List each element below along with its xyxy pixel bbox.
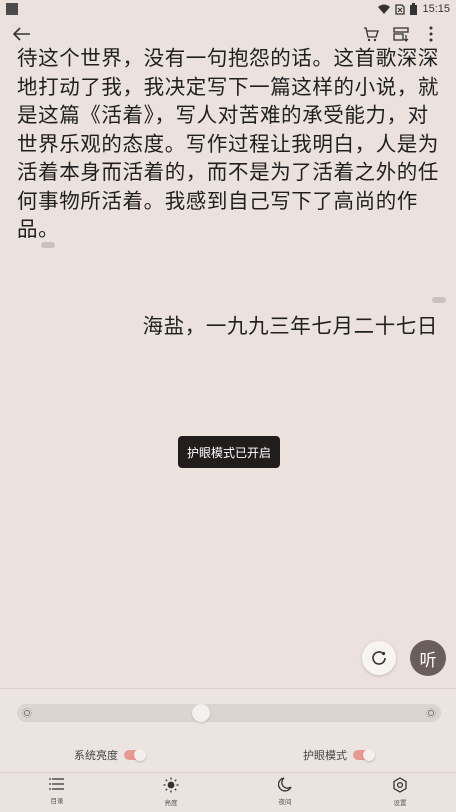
refresh-icon — [372, 651, 386, 665]
eye-mode-label: 护眼模式 — [303, 749, 347, 762]
system-brightness-toggle[interactable] — [124, 749, 146, 761]
more-vertical-icon — [429, 26, 433, 42]
cart-button[interactable] — [361, 24, 381, 44]
brightness-icon — [163, 777, 179, 793]
text-line: 活着本身而活着的，而不是为了活着之外的任 — [17, 160, 439, 184]
comment-bubble-icon[interactable] — [41, 242, 55, 248]
text-line: 何事物所活着。我感到自己写下了高尚的作 — [17, 188, 418, 213]
brightness-low-icon — [22, 708, 32, 718]
settings-icon — [393, 777, 407, 793]
cart-icon — [364, 26, 379, 41]
brightness-slider[interactable] — [17, 704, 441, 722]
notification-icon — [6, 3, 18, 15]
nav-item-night[interactable]: 夜间 — [255, 777, 315, 806]
text-line: 待这个世界，没有一句抱怨的话。这首歌深深 — [17, 46, 439, 70]
comment-bubble-icon[interactable] — [432, 297, 446, 303]
bottom-nav: 目录 亮度 夜间 设置 — [0, 772, 456, 812]
moon-icon — [278, 777, 292, 792]
eye-mode-toggle[interactable] — [353, 749, 375, 761]
arrow-left-icon — [13, 27, 30, 41]
brightness-high-icon — [426, 708, 436, 718]
eye-mode-row: 护眼模式 — [303, 747, 375, 763]
status-bar: 15:15 — [0, 0, 456, 18]
listen-button[interactable]: 听 — [410, 640, 446, 676]
signature: 海盐，一九九三年七月二十七日 — [142, 314, 438, 338]
nav-item-settings[interactable]: 设置 — [370, 777, 430, 807]
text-line: 地打动了我，我决定写下一篇这样的小说，就 — [17, 74, 439, 99]
paragraph: 待这个世界，没有一句抱怨的话。这首歌深深 地打动了我，我决定写下一篇这样的小说，… — [17, 44, 441, 244]
system-brightness-label: 系统亮度 — [74, 749, 118, 762]
text-line: 世界乐观的态度。写作过程让我明白，人是为 — [17, 131, 439, 156]
text-line: 品。 — [17, 217, 60, 241]
nav-label: 夜间 — [278, 798, 292, 806]
more-button[interactable] — [421, 24, 441, 44]
clock: 15:15 — [422, 3, 450, 15]
nav-item-brightness[interactable]: 亮度 — [141, 777, 201, 807]
no-sim-icon — [395, 3, 406, 15]
back-button[interactable] — [12, 24, 32, 44]
download-icon — [393, 26, 409, 42]
status-icons: 15:15 — [378, 2, 450, 16]
brightness-slider-thumb[interactable] — [191, 704, 210, 722]
auto-scroll-button[interactable] — [362, 641, 396, 675]
nav-label: 目录 — [50, 797, 64, 805]
nav-item-catalog[interactable]: 目录 — [27, 777, 87, 805]
wifi-icon — [378, 4, 391, 14]
toast: 护眼模式已开启 — [178, 436, 280, 468]
download-button[interactable] — [391, 24, 411, 44]
text-line: 是这篇《活着》，写人对苦难的承受能力，对 — [17, 103, 429, 127]
nav-label: 设置 — [393, 799, 407, 807]
system-brightness-row: 系统亮度 — [74, 747, 146, 763]
battery-icon — [410, 3, 418, 15]
menu-icon — [49, 778, 64, 790]
nav-label: 亮度 — [164, 799, 178, 807]
